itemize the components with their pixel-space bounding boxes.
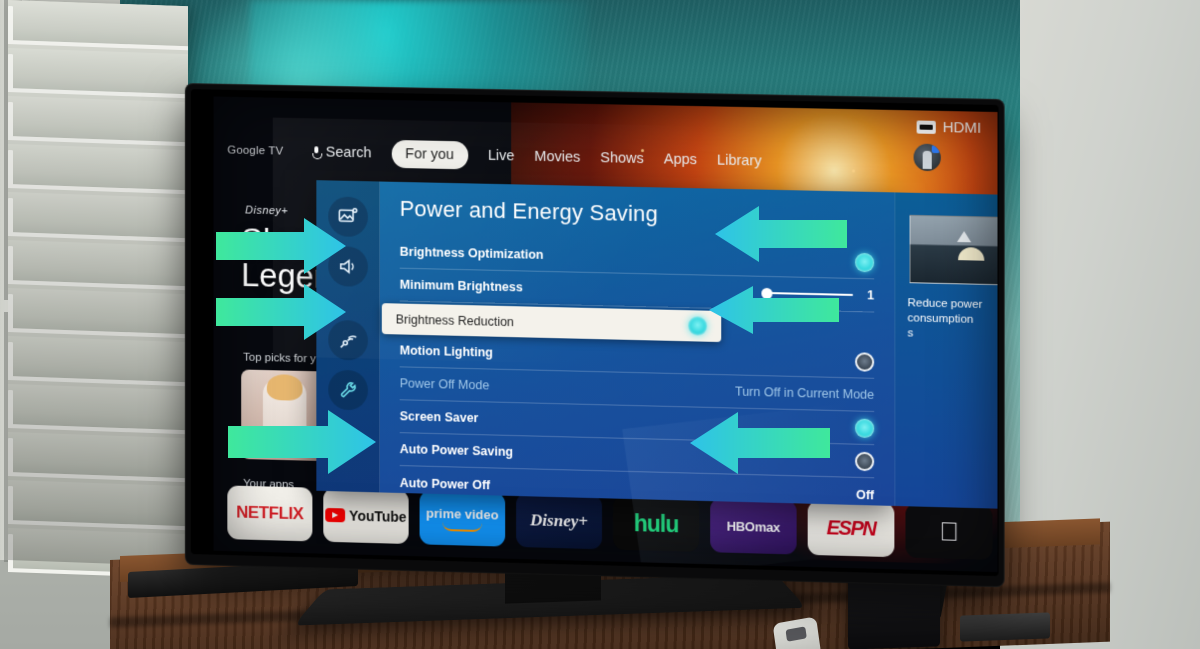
toggle-motion-lighting[interactable]: [855, 352, 874, 372]
arrow-brightness-optimization-left: [216, 218, 346, 274]
row-label: Auto Power Saving: [400, 442, 513, 459]
arrow-auto-power-saving-right: [690, 412, 830, 474]
arrow-brightness-reduction-left: [216, 284, 346, 340]
app-label-prime-video: prime video: [426, 505, 499, 522]
slider-value: 1: [867, 288, 874, 302]
row-value: Off: [856, 487, 874, 502]
streaming-hub-device: [960, 612, 1050, 641]
toggle-screen-saver[interactable]: [855, 418, 874, 438]
app-tile-netflix[interactable]: NETFLIX: [227, 485, 312, 541]
mic-icon: [311, 146, 321, 159]
photo-scene: Google TV Search For you Live Movies Sho…: [0, 0, 1200, 649]
nav-item-for-you[interactable]: For you: [391, 140, 468, 170]
hdmi-label: HDMI: [943, 119, 982, 137]
sidebar-item-support[interactable]: [328, 370, 368, 411]
nav-item-search[interactable]: Search: [311, 144, 371, 161]
nav-label-search: Search: [326, 145, 372, 162]
row-value: Turn Off in Current Mode: [735, 384, 874, 401]
app-label-youtube: YouTube: [349, 508, 406, 525]
preview-caption-text: Reduce power consumption: [908, 297, 983, 326]
hero-provider-logo: Disney+: [245, 205, 288, 218]
nav-item-shows[interactable]: Shows: [600, 150, 644, 167]
row-label: Brightness Reduction: [396, 312, 514, 329]
arrow-auto-power-saving-left: [228, 410, 376, 474]
row-label: Auto Power Off: [400, 476, 490, 492]
preview-caption-second-line: s: [908, 326, 998, 344]
toggle-brightness-optimization[interactable]: [855, 252, 874, 272]
hdmi-input-indicator: HDMI: [916, 118, 981, 136]
nav-item-library[interactable]: Library: [717, 153, 762, 170]
brick-column: [8, 0, 188, 566]
toggle-brightness-reduction[interactable]: [688, 316, 707, 335]
app-tile-apple-tv[interactable]: : [905, 503, 992, 560]
amazon-smile-icon: [442, 522, 482, 532]
page-title: Power and Energy Saving: [400, 196, 658, 228]
avatar[interactable]: [914, 144, 941, 172]
nav-item-movies[interactable]: Movies: [534, 149, 580, 166]
nav-item-apps[interactable]: Apps: [664, 151, 697, 168]
nav-item-live[interactable]: Live: [488, 148, 515, 165]
row-label: Brightness Optimization: [400, 245, 544, 262]
arrow-brightness-reduction-right: [709, 286, 839, 334]
hdmi-port-icon: [916, 120, 935, 133]
row-label: Minimum Brightness: [400, 278, 523, 295]
toggle-auto-power-saving[interactable]: [855, 451, 874, 471]
row-label: Motion Lighting: [400, 343, 493, 359]
row-label: Power Off Mode: [400, 376, 490, 392]
google-tv-brand: Google TV: [227, 144, 283, 157]
row-label: Screen Saver: [400, 409, 479, 425]
arrow-brightness-optimization-right: [715, 206, 847, 262]
support-icon: [337, 379, 359, 401]
preview-caption: Reduce power consumption s: [908, 296, 998, 344]
settings-preview-panel: Reduce power consumption s: [894, 192, 997, 510]
app-tile-youtube[interactable]: YouTube: [323, 488, 408, 544]
youtube-play-icon: [325, 508, 345, 522]
preview-image: [910, 215, 998, 286]
